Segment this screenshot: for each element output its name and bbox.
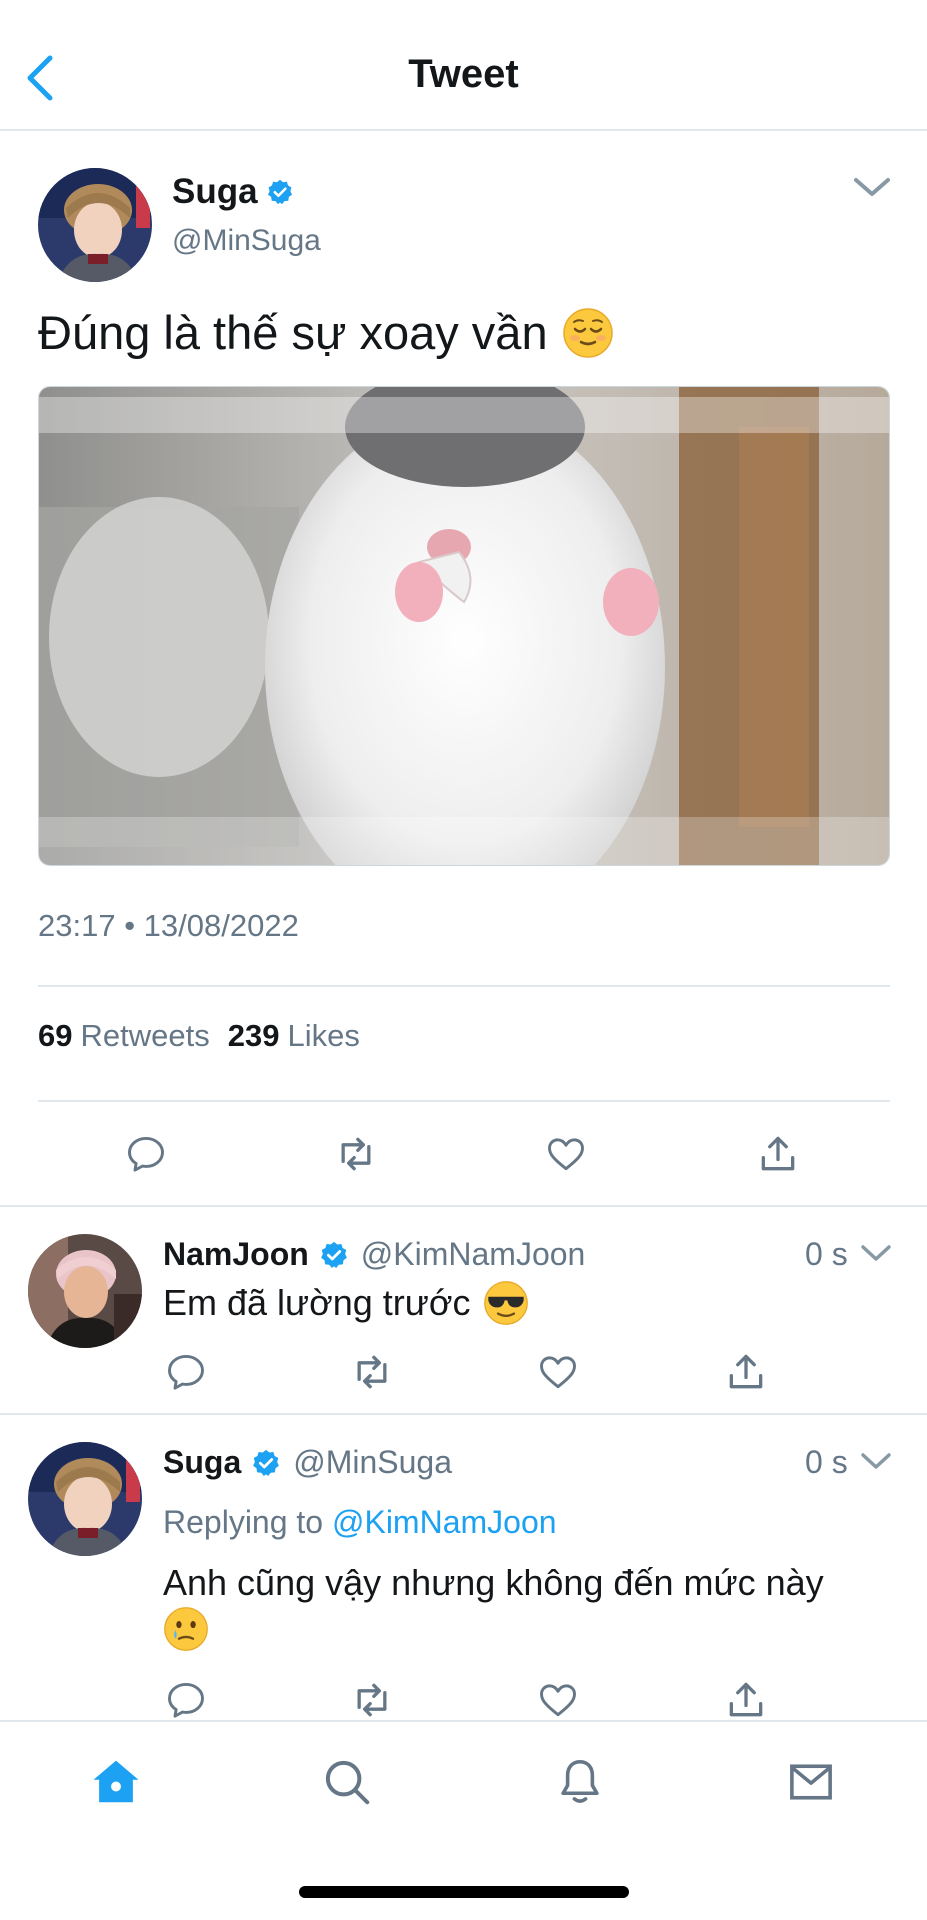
share-icon xyxy=(729,1682,763,1717)
retweet-icon xyxy=(357,1355,387,1389)
retweets-count: 69 xyxy=(38,1018,73,1053)
replying-to-prefix: Replying to xyxy=(163,1504,324,1540)
author-name-label: Suga xyxy=(172,172,258,211)
reply-author-name[interactable]: Suga xyxy=(163,1444,241,1481)
tweet-text-label: Đúng là thế sự xoay vần xyxy=(38,306,548,359)
tab-messages[interactable] xyxy=(781,1752,841,1812)
reply-author-handle[interactable]: @KimNamJoon xyxy=(361,1236,586,1273)
retweet-button[interactable] xyxy=(332,1130,380,1178)
reply-text: Em đã lường trước xyxy=(163,1280,529,1326)
like-button[interactable] xyxy=(534,1676,582,1724)
author-name[interactable]: Suga xyxy=(172,172,294,212)
tweet-media-image[interactable] xyxy=(38,386,890,866)
share-button[interactable] xyxy=(722,1348,770,1396)
bell-icon xyxy=(561,1759,599,1803)
reply-icon xyxy=(168,1354,204,1390)
share-icon xyxy=(729,1354,763,1389)
reply-text: Anh cũng vậy nhưng không đến mức này xyxy=(163,1560,883,1606)
reply-button[interactable] xyxy=(162,1348,210,1396)
reply-options-button[interactable] xyxy=(858,1238,894,1270)
tweet-timestamp: 23:17 • 13/08/2022 xyxy=(38,908,299,943)
reply-header: NamJoon @KimNamJoon xyxy=(163,1236,585,1273)
heart-icon xyxy=(540,1356,576,1389)
tweet-stats: 69 Retweets 239 Likes xyxy=(38,1018,360,1054)
reply-options-button[interactable] xyxy=(858,1446,894,1478)
divider xyxy=(38,1100,890,1102)
reply-text-label: Em đã lường trước xyxy=(163,1282,471,1323)
reply-button[interactable] xyxy=(162,1676,210,1724)
reply-time: 0 s xyxy=(805,1236,848,1272)
like-button[interactable] xyxy=(542,1130,590,1178)
tweet-options-button[interactable] xyxy=(850,168,894,208)
replying-to-mention[interactable]: @KimNamJoon xyxy=(332,1504,557,1540)
like-button[interactable] xyxy=(534,1348,582,1396)
divider xyxy=(38,985,890,987)
tweet-text: Đúng là thế sự xoay vần xyxy=(38,305,614,360)
divider xyxy=(0,1720,927,1722)
divider xyxy=(0,1205,927,1207)
sunglasses-face-emoji-icon xyxy=(483,1281,528,1325)
retweets-stat[interactable]: 69 Retweets xyxy=(38,1018,210,1054)
reply-icon xyxy=(168,1682,204,1718)
reply-text-label: Anh cũng vậy nhưng không đến mức này xyxy=(163,1562,824,1603)
home-icon xyxy=(93,1760,139,1803)
reply-author-handle[interactable]: @MinSuga xyxy=(293,1444,452,1481)
chevron-down-icon xyxy=(854,178,890,196)
divider xyxy=(0,1413,927,1415)
relieved-face-emoji-icon xyxy=(562,307,613,358)
retweet-button[interactable] xyxy=(348,1676,396,1724)
share-icon xyxy=(761,1136,795,1171)
reply-button[interactable] xyxy=(122,1130,170,1178)
tab-notifications[interactable] xyxy=(550,1752,610,1812)
chevron-down-icon xyxy=(861,1245,891,1261)
reply-icon xyxy=(128,1136,164,1172)
verified-badge-icon xyxy=(253,1449,280,1476)
emoji-holder xyxy=(163,1606,209,1657)
chevron-down-icon xyxy=(861,1453,891,1469)
share-button[interactable] xyxy=(722,1676,770,1724)
likes-label: Likes xyxy=(287,1018,360,1053)
replying-to-line: Replying to @KimNamJoon xyxy=(163,1504,557,1541)
mail-icon xyxy=(790,1764,832,1800)
retweet-icon xyxy=(357,1683,387,1717)
share-button[interactable] xyxy=(754,1130,802,1178)
header-bar: Tweet xyxy=(0,0,927,131)
home-indicator[interactable] xyxy=(299,1886,629,1898)
tab-search[interactable] xyxy=(317,1752,377,1812)
heart-icon xyxy=(548,1138,584,1171)
likes-stat[interactable]: 239 Likes xyxy=(228,1018,360,1054)
verified-badge-icon xyxy=(267,179,292,205)
avatar[interactable] xyxy=(38,168,152,282)
tweet-action-bar xyxy=(38,1130,890,1186)
heart-icon xyxy=(540,1684,576,1717)
avatar[interactable] xyxy=(28,1234,142,1348)
avatar[interactable] xyxy=(28,1442,142,1556)
retweet-button[interactable] xyxy=(348,1348,396,1396)
author-handle[interactable]: @MinSuga xyxy=(172,224,321,258)
reply-time: 0 s xyxy=(805,1444,848,1480)
retweet-icon xyxy=(341,1137,371,1171)
retweets-label: Retweets xyxy=(80,1018,210,1053)
tab-home[interactable] xyxy=(86,1752,146,1812)
search-icon xyxy=(325,1760,370,1805)
reply-author-name[interactable]: NamJoon xyxy=(163,1236,309,1273)
likes-count: 239 xyxy=(227,1018,280,1053)
reply-header: Suga @MinSuga xyxy=(163,1444,452,1481)
verified-badge-icon xyxy=(320,1241,347,1268)
page-title: Tweet xyxy=(408,52,519,96)
smiling-face-with-tear-emoji-icon xyxy=(164,1607,208,1651)
